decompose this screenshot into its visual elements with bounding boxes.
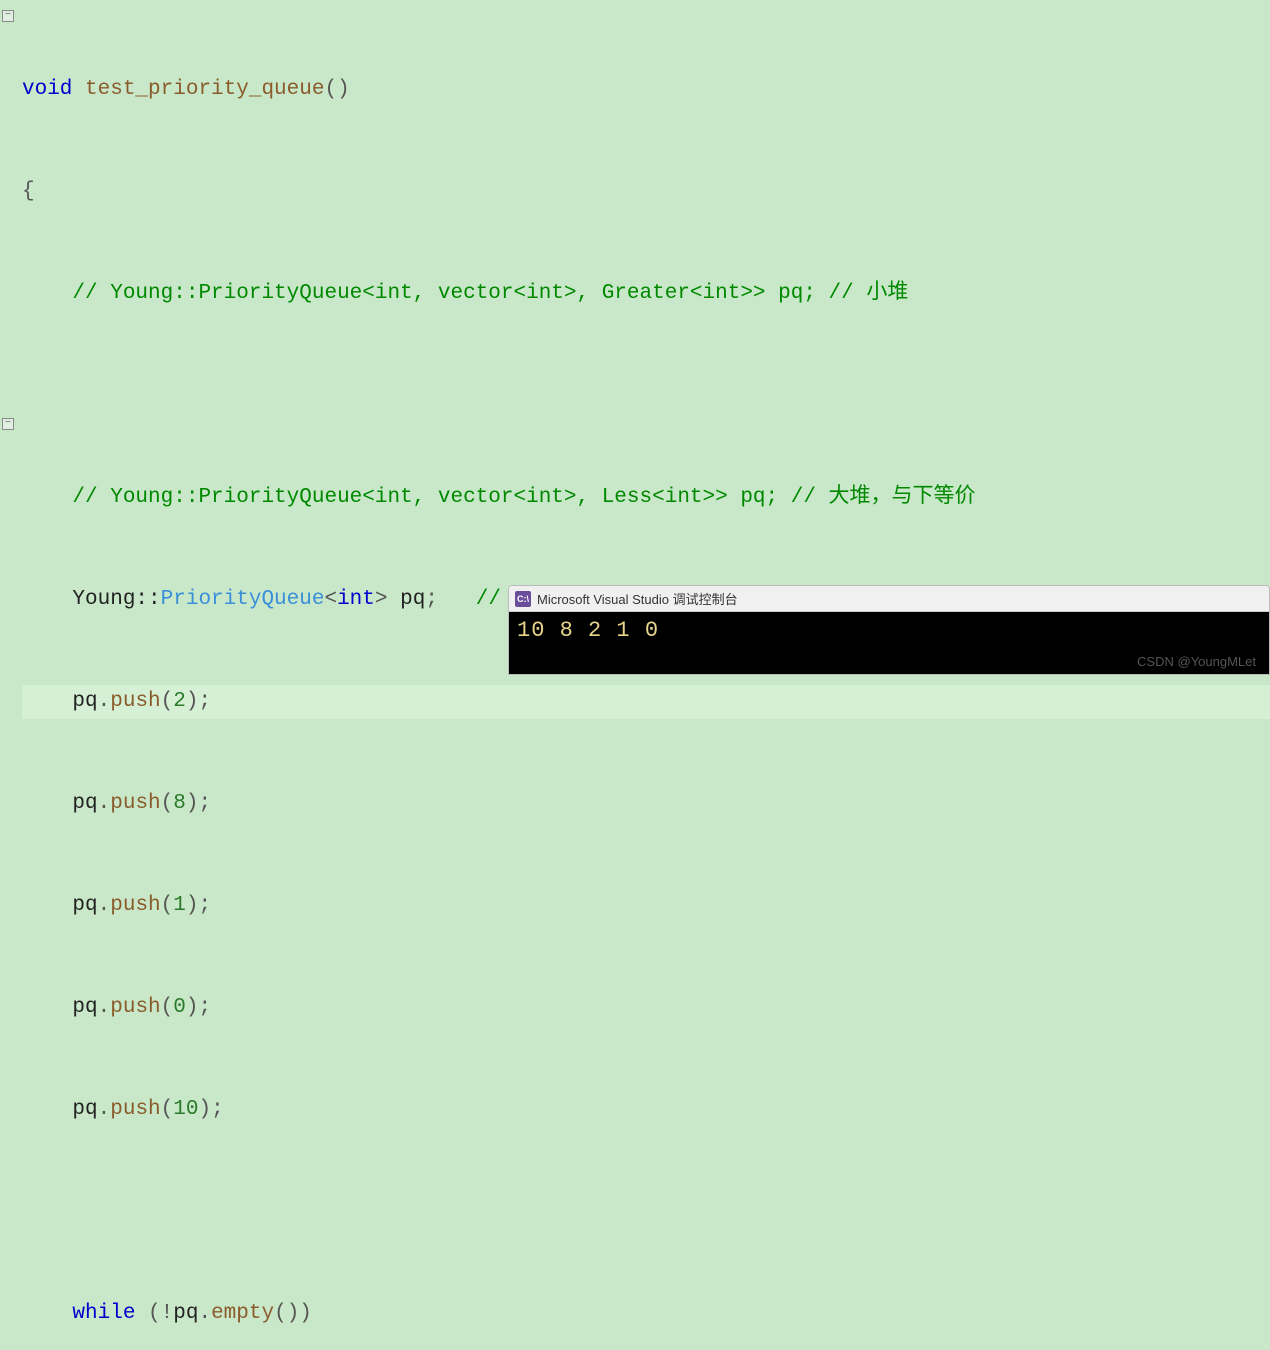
paren-open: (: [161, 996, 174, 1019]
identifier: pq: [72, 792, 97, 815]
code-line: while (!pq.empty()): [22, 1297, 1270, 1331]
gutter: − −: [0, 0, 18, 675]
identifier: pq: [400, 588, 425, 611]
identifier: pq: [72, 894, 97, 917]
comment: // Young::PriorityQueue<int, vector<int>…: [72, 282, 908, 305]
comment: // Young::PriorityQueue<int, vector<int>…: [72, 486, 975, 509]
parens: (): [324, 78, 349, 101]
method: push: [110, 792, 160, 815]
method: push: [110, 1098, 160, 1121]
indent: [22, 792, 72, 815]
method: empty: [211, 1302, 274, 1325]
dot: .: [98, 690, 111, 713]
code-line: // Young::PriorityQueue<int, vector<int>…: [22, 481, 1270, 515]
code-line: void test_priority_queue(): [22, 73, 1270, 107]
console-titlebar[interactable]: C:\ Microsoft Visual Studio 调试控制台: [509, 586, 1269, 612]
dot: .: [98, 1098, 111, 1121]
paren-close: );: [186, 690, 211, 713]
paren-open: (!: [135, 1302, 173, 1325]
indent: [22, 894, 72, 917]
type-name: PriorityQueue: [161, 588, 325, 611]
code-line: pq.push(8);: [22, 787, 1270, 821]
method: push: [110, 996, 160, 1019]
code-line: {: [22, 175, 1270, 209]
watermark: CSDN @YoungMLet: [1137, 654, 1256, 669]
number: 0: [173, 996, 186, 1019]
paren-open: (: [161, 1098, 174, 1121]
code-area[interactable]: void test_priority_queue() { // Young::P…: [0, 5, 1270, 1350]
identifier: pq: [72, 690, 97, 713]
number: 8: [173, 792, 186, 815]
keyword-void: void: [22, 78, 72, 101]
method: push: [110, 894, 160, 917]
fold-icon[interactable]: −: [2, 418, 14, 430]
semicolon: ;: [425, 588, 475, 611]
paren-open: (: [161, 894, 174, 917]
number: 1: [173, 894, 186, 917]
angle-close: >: [375, 588, 400, 611]
vs-icon: C:\: [515, 591, 531, 607]
fold-icon[interactable]: −: [2, 10, 14, 22]
number: 2: [173, 690, 186, 713]
console-title-text: Microsoft Visual Studio 调试控制台: [537, 589, 738, 608]
identifier: pq: [173, 1302, 198, 1325]
indent: [22, 690, 72, 713]
code-line: [22, 1195, 1270, 1229]
paren-close: );: [199, 1098, 224, 1121]
angle-open: <: [324, 588, 337, 611]
code-line: // Young::PriorityQueue<int, vector<int>…: [22, 277, 1270, 311]
method: push: [110, 690, 160, 713]
indent: [22, 1302, 72, 1325]
code-line: [22, 379, 1270, 413]
indent: [22, 1098, 72, 1121]
namespace: Young::: [72, 588, 160, 611]
indent: [22, 996, 72, 1019]
code-line: pq.push(1);: [22, 889, 1270, 923]
code-line-highlighted: pq.push(2);: [22, 685, 1270, 719]
dot: .: [98, 894, 111, 917]
code-line: pq.push(10);: [22, 1093, 1270, 1127]
dot: .: [98, 792, 111, 815]
paren-close: );: [186, 996, 211, 1019]
indent: [22, 588, 72, 611]
paren-close: );: [186, 792, 211, 815]
number: 10: [173, 1098, 198, 1121]
identifier: pq: [72, 1098, 97, 1121]
paren-open: (: [161, 690, 174, 713]
function-name: test_priority_queue: [72, 78, 324, 101]
paren-open: (: [161, 792, 174, 815]
paren-close: );: [186, 894, 211, 917]
indent: [22, 486, 72, 509]
brace-open: {: [22, 180, 35, 203]
paren-close: ()): [274, 1302, 312, 1325]
code-line: pq.push(0);: [22, 991, 1270, 1025]
dot: .: [98, 996, 111, 1019]
code-editor[interactable]: − − void test_priority_queue() { // Youn…: [0, 0, 1270, 675]
dot: .: [198, 1302, 211, 1325]
indent: [22, 282, 72, 305]
keyword-int: int: [337, 588, 375, 611]
identifier: pq: [72, 996, 97, 1019]
keyword-while: while: [72, 1302, 135, 1325]
